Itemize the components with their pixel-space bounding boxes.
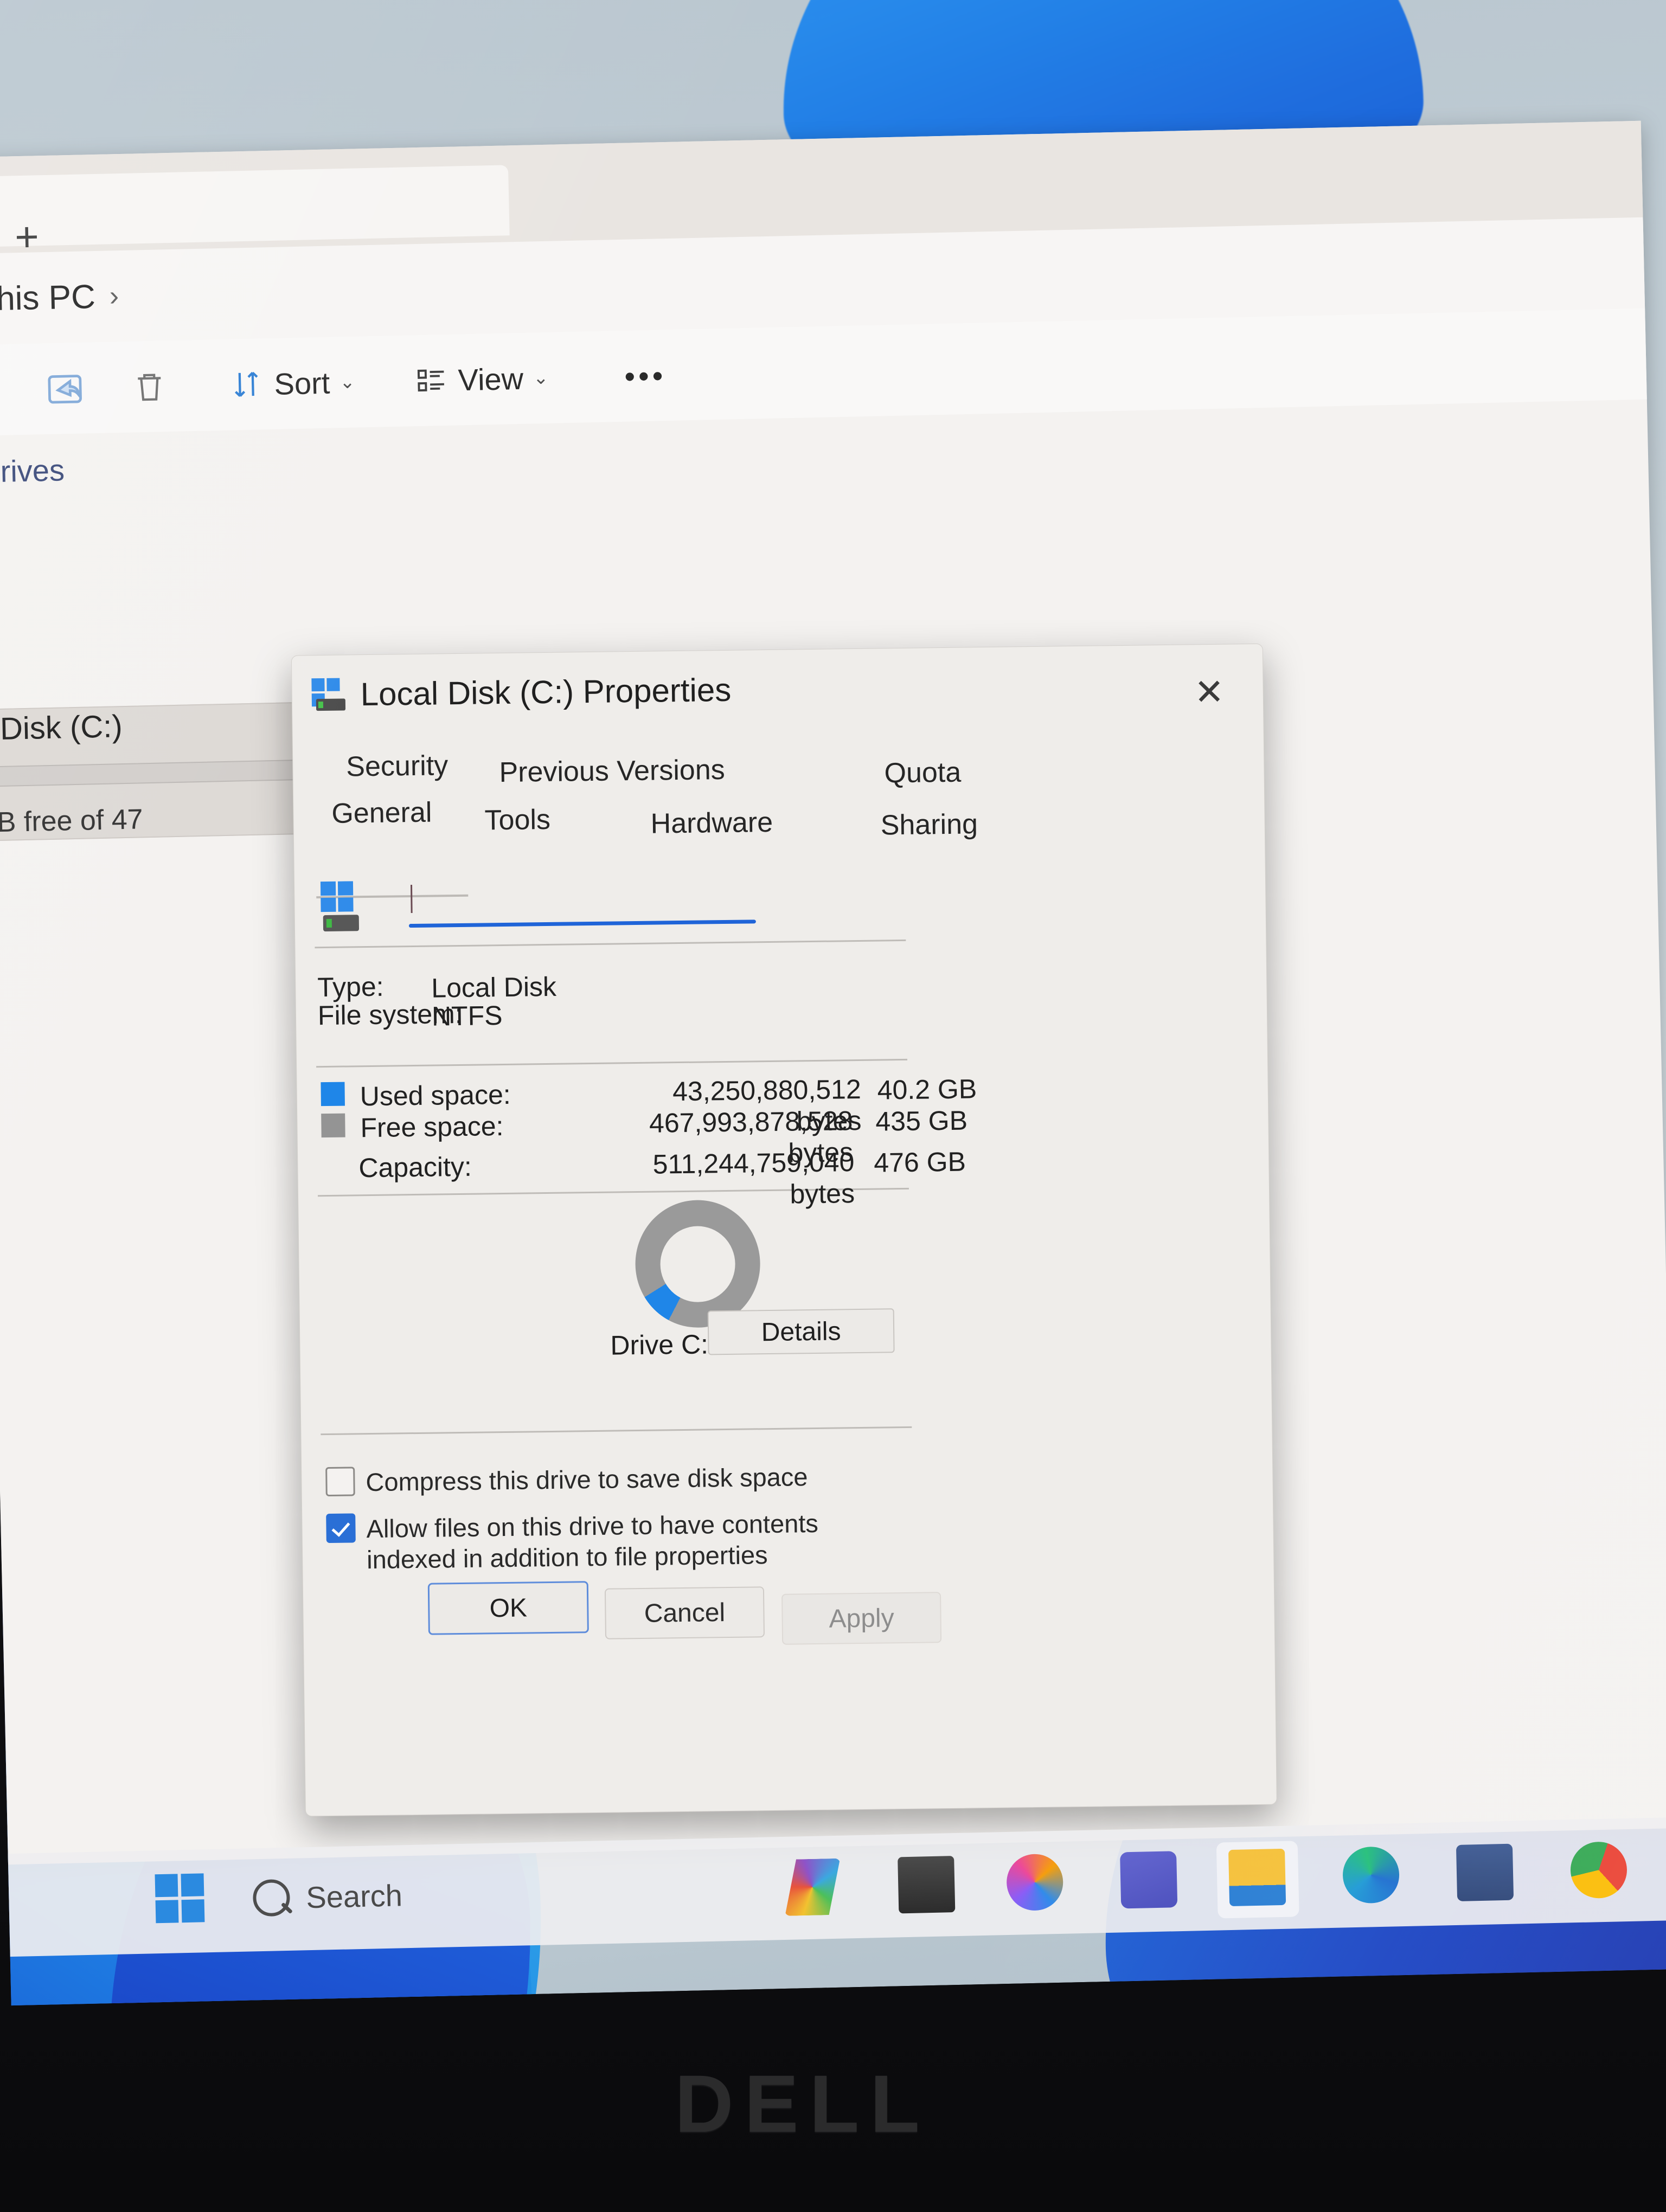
microsoft-store-icon[interactable]	[1456, 1843, 1514, 1901]
used-space-swatch	[321, 1082, 345, 1107]
sort-label: Sort	[273, 365, 330, 401]
free-space-size: 435 GB	[875, 1105, 968, 1137]
volume-label-underline	[408, 919, 756, 928]
tab-previous-versions[interactable]: Previous Versions	[499, 754, 725, 789]
cancel-button[interactable]: Cancel	[604, 1586, 765, 1639]
tab-hardware[interactable]: Hardware	[650, 806, 773, 840]
file-explorer-icon[interactable]	[1228, 1848, 1286, 1907]
copilot-icon[interactable]	[1006, 1853, 1064, 1912]
chrome-icon[interactable]	[1569, 1841, 1628, 1899]
divider-4	[321, 1426, 912, 1436]
disk-usage-donut-chart	[635, 1199, 761, 1329]
search-placeholder: Search	[305, 1877, 403, 1914]
dialog-title: Local Disk (C:) Properties	[360, 671, 732, 713]
windows-start-icon[interactable]	[155, 1873, 208, 1926]
view-button[interactable]: View ⌄	[414, 360, 549, 398]
local-disk-icon	[311, 678, 346, 712]
compress-drive-label: Compress this drive to save disk space	[366, 1462, 808, 1497]
used-space-label: Used space:	[360, 1079, 511, 1112]
drive-tile-name: Local Disk (C:)	[0, 709, 123, 748]
tab-general[interactable]: General	[331, 796, 432, 830]
apply-button[interactable]: Apply	[781, 1592, 942, 1645]
tab-quota[interactable]: Quota	[884, 756, 961, 790]
index-contents-label: Allow files on this drive to have conten…	[366, 1508, 819, 1574]
text-caret	[411, 885, 413, 914]
chevron-down-icon-2: ⌄	[533, 367, 549, 389]
share-icon[interactable]	[39, 362, 92, 415]
volume-icon	[320, 881, 362, 932]
chevron-right-icon-2: ›	[109, 280, 119, 312]
free-space-label: Free space:	[360, 1110, 504, 1143]
paint-icon[interactable]	[784, 1859, 841, 1916]
tab-tools[interactable]: Tools	[484, 803, 550, 837]
delete-icon[interactable]	[123, 360, 176, 413]
drive-caption: Drive C:	[610, 1329, 709, 1361]
monitor-bezel: × + › This PC › A	[0, 0, 1666, 2212]
compress-drive-checkbox[interactable]	[325, 1467, 355, 1497]
teams-icon[interactable]	[1120, 1851, 1178, 1909]
more-options-button[interactable]: •••	[624, 358, 667, 394]
new-tab-icon[interactable]: +	[2, 212, 52, 262]
details-button[interactable]: Details	[707, 1308, 895, 1355]
capacity-label: Capacity:	[358, 1151, 472, 1184]
breadcrumb-this-pc[interactable]: This PC	[0, 277, 96, 318]
screen-area: × + › This PC › A	[0, 0, 1666, 2006]
compress-drive-row[interactable]: Compress this drive to save disk space	[325, 1461, 868, 1499]
drive-tile-free-text: 435 GB free of 47	[0, 803, 144, 840]
chevron-down-icon: ⌄	[339, 371, 356, 393]
local-disk-properties-dialog: Local Disk (C:) Properties ✕ Security Pr…	[291, 643, 1277, 1817]
rename-icon[interactable]: A I	[0, 364, 7, 417]
dialog-button-row: OK Cancel Apply	[303, 1573, 1274, 1645]
taskview-icon[interactable]	[898, 1856, 956, 1914]
dialog-tabs: Security Previous Versions Quota General…	[293, 725, 1265, 899]
ok-button[interactable]: OK	[427, 1581, 589, 1635]
type-label: Type:	[317, 971, 384, 1003]
general-tab-panel: Type: Local Disk File system: NTFS Used …	[294, 831, 1277, 1816]
dialog-titlebar: Local Disk (C:) Properties	[311, 671, 732, 713]
capacity-size: 476 GB	[874, 1146, 966, 1178]
explorer-tab[interactable]	[0, 165, 510, 249]
volume-label-input[interactable]	[408, 878, 756, 917]
index-contents-row[interactable]: Allow files on this drive to have conten…	[326, 1507, 896, 1576]
tab-security[interactable]: Security	[346, 749, 448, 783]
search-icon	[252, 1879, 291, 1917]
search-box[interactable]: Search	[230, 1861, 665, 1927]
sort-button[interactable]: Sort ⌄	[229, 364, 356, 402]
view-label: View	[458, 361, 524, 397]
dell-logo: DELL	[675, 2057, 931, 2149]
filesystem-value: NTFS	[431, 1000, 503, 1032]
divider-1	[315, 939, 906, 949]
close-icon[interactable]: ✕	[1186, 668, 1233, 716]
edge-icon[interactable]	[1342, 1846, 1400, 1904]
free-space-swatch	[321, 1113, 345, 1138]
index-contents-checkbox[interactable]	[326, 1513, 356, 1544]
used-space-size: 40.2 GB	[877, 1073, 977, 1105]
divider-2	[316, 1058, 908, 1068]
